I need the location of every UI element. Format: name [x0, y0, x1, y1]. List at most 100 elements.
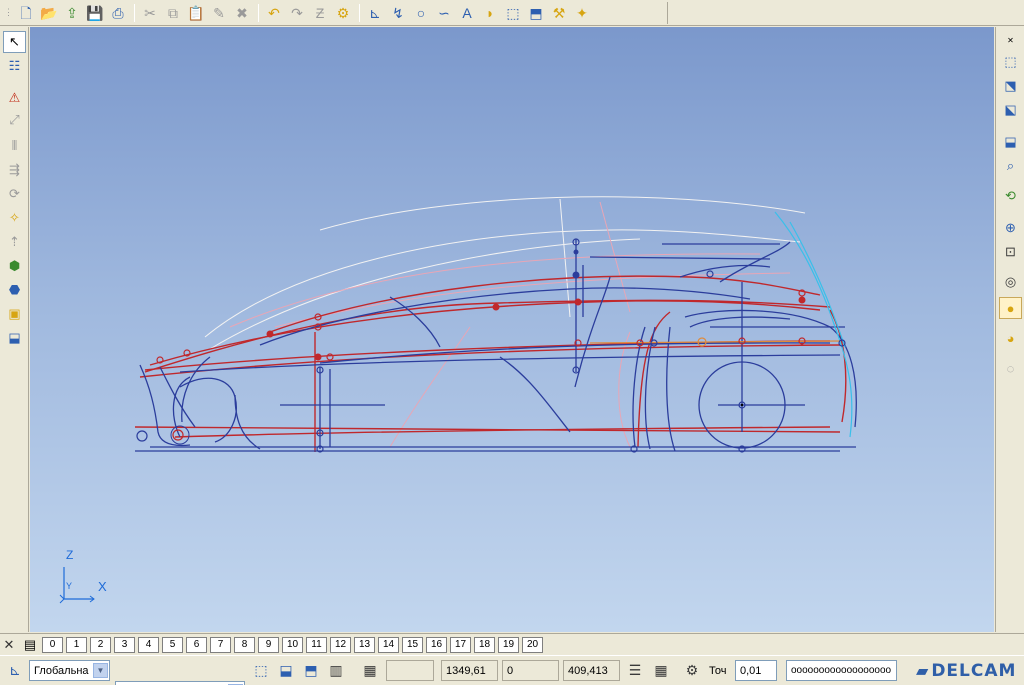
distribute-icon[interactable]: ⇶	[3, 159, 26, 181]
shaded-sphere-icon[interactable]: ●	[999, 297, 1022, 319]
level-button[interactable]: 2	[90, 636, 111, 653]
level-button[interactable]: 16	[426, 636, 447, 653]
level-button[interactable]: 5	[162, 636, 183, 653]
level-button[interactable]: 20	[522, 636, 543, 653]
arc-tool-icon[interactable]: ∽	[433, 2, 455, 24]
view-top-icon[interactable]: ⬕	[999, 99, 1022, 121]
grid-icon[interactable]: ▦	[358, 660, 382, 681]
line-tool-icon[interactable]: ↯	[387, 2, 409, 24]
zoom-box-icon[interactable]: ⊡	[999, 241, 1022, 263]
robot-arm-icon[interactable]: ⚙	[681, 660, 703, 681]
cube-icon[interactable]: ▣	[3, 303, 26, 325]
mechanism-tool-icon[interactable]: ⚒	[548, 2, 570, 24]
circle-tool-icon[interactable]: ○	[410, 2, 432, 24]
save-icon[interactable]: 💾	[84, 2, 106, 24]
curve-tool-icon[interactable]: ◗	[479, 2, 501, 24]
level-button[interactable]: 14	[378, 636, 399, 653]
redo-icon[interactable]: ↷	[286, 2, 308, 24]
level-button[interactable]: 18	[474, 636, 495, 653]
level-button[interactable]: 19	[498, 636, 519, 653]
level-button[interactable]: 13	[354, 636, 375, 653]
level-button[interactable]: 8	[234, 636, 255, 653]
graphics-viewport[interactable]: Z Y X	[30, 27, 994, 632]
delete-icon[interactable]: ✖	[231, 2, 253, 24]
point-tool-icon[interactable]: ⊾	[364, 2, 386, 24]
toolbar-separator	[134, 3, 135, 22]
list-icon[interactable]: ☰	[624, 660, 646, 681]
undo-icon[interactable]: ↶	[263, 2, 285, 24]
warning-icon[interactable]: ⚠	[3, 87, 26, 109]
analysis-icon[interactable]: ⬣	[3, 279, 26, 301]
surface-tool-icon[interactable]: ⬚	[502, 2, 524, 24]
level-button[interactable]: 4	[138, 636, 159, 653]
export-icon[interactable]: ⇪	[61, 2, 83, 24]
coord-z-field: 409,413	[563, 660, 620, 681]
stack-icon[interactable]: ▥	[325, 660, 347, 681]
level-button[interactable]: 17	[450, 636, 471, 653]
spin-view-icon[interactable]: ⟲	[999, 185, 1022, 207]
coord-x-field: 1349,61	[441, 660, 498, 681]
zoom-icon[interactable]: Ƶ	[309, 2, 331, 24]
new-file-icon[interactable]: 🗋	[15, 2, 37, 24]
view-cube-split-icon[interactable]: ⬒	[300, 660, 322, 681]
level-button[interactable]: 15	[402, 636, 423, 653]
chevron-down-icon: ▼	[93, 663, 108, 678]
calculator-icon[interactable]: ▦	[650, 660, 672, 681]
level-button[interactable]: 7	[210, 636, 231, 653]
transform-icon[interactable]: ⤢	[3, 109, 26, 131]
workplane-icon[interactable]: ⊾	[4, 660, 26, 681]
shell-icon[interactable]: ⬓	[3, 327, 26, 349]
level-button[interactable]: 11	[306, 636, 327, 653]
construction-lines-white	[204, 196, 806, 350]
wireframe-canvas	[59, 196, 857, 604]
level-button[interactable]: 9	[258, 636, 279, 653]
hidden-line-icon[interactable]: ◌	[999, 357, 1022, 379]
level-button[interactable]: 1	[66, 636, 87, 653]
extrude-icon[interactable]: ⇡	[3, 231, 26, 253]
level-button[interactable]: 10	[282, 636, 303, 653]
workplane-select[interactable]: Глобальна ▼	[29, 660, 110, 681]
mirror-icon[interactable]: ⫴	[3, 135, 26, 157]
level-button[interactable]: 6	[186, 636, 207, 653]
view-side-icon[interactable]: ⬓	[999, 131, 1022, 153]
edit-icon[interactable]: ✎	[208, 2, 230, 24]
level-button[interactable]: 3	[114, 636, 135, 653]
status-bar: ⊾ Глобальна ▼ ▼ ⬚ ⬓ ⬒ ▥ ▦ 1349,61 0 409,…	[0, 655, 1024, 685]
secondary-select[interactable]: ▼	[115, 681, 245, 685]
rotate-icon[interactable]: ⟳	[3, 183, 26, 205]
view-cube-alt-icon[interactable]: ⬓	[275, 660, 297, 681]
magic-wand-icon[interactable]: ✦	[571, 2, 593, 24]
print-icon[interactable]: ⎙	[107, 2, 129, 24]
toolbar-separator	[359, 3, 360, 22]
view-toolbar: ✕ ⬚ ⬔ ⬕ ⬓ ⌕ ⟲ ⊕ ⊡ ◎ ● ◕ ◌	[995, 27, 1024, 632]
text-tool-icon[interactable]: A	[456, 2, 478, 24]
view-toolbar-close-icon[interactable]: ✕	[999, 29, 1022, 51]
fit-view-icon[interactable]: ⊕	[999, 217, 1022, 239]
open-file-icon[interactable]: 📂	[38, 2, 60, 24]
command-input[interactable]: oooooooooooooooooo	[786, 660, 897, 681]
axis-label-y: Y	[66, 581, 73, 591]
tolerance-input[interactable]: 0,01	[735, 660, 777, 681]
profile-curves-blue	[135, 239, 857, 452]
assembly-icon[interactable]: ⬢	[3, 255, 26, 277]
model-icon[interactable]: ⚙	[332, 2, 354, 24]
profile-curves-red	[134, 275, 847, 452]
morph-icon[interactable]: ✧	[3, 207, 26, 229]
globe-icon[interactable]: ◎	[999, 271, 1022, 293]
levels-close-icon[interactable]: ✕	[0, 637, 18, 653]
object-info-icon[interactable]: ☷	[3, 55, 26, 77]
level-button[interactable]: 0	[42, 636, 63, 653]
level-buttons: 0 1 2 3 4 5 6 7 8 9 10 11 12 13 14 15 16 17 18 19 20	[42, 636, 546, 653]
cut-icon[interactable]: ✂	[139, 2, 161, 24]
zoom-view-icon[interactable]: ⌕	[999, 155, 1022, 177]
copy-icon[interactable]: ⧉	[162, 2, 184, 24]
solid-tool-icon[interactable]: ⬒	[525, 2, 547, 24]
view-cube-icon[interactable]: ⬚	[250, 660, 272, 681]
view-iso-icon[interactable]: ⬚	[999, 51, 1022, 73]
select-arrow-icon[interactable]: ↖	[3, 31, 26, 53]
layers-icon[interactable]: ▤	[18, 637, 42, 653]
paste-icon[interactable]: 📋	[185, 2, 207, 24]
view-front-icon[interactable]: ⬔	[999, 75, 1022, 97]
shaded-sphere-lit-icon[interactable]: ◕	[999, 327, 1022, 349]
level-button[interactable]: 12	[330, 636, 351, 653]
